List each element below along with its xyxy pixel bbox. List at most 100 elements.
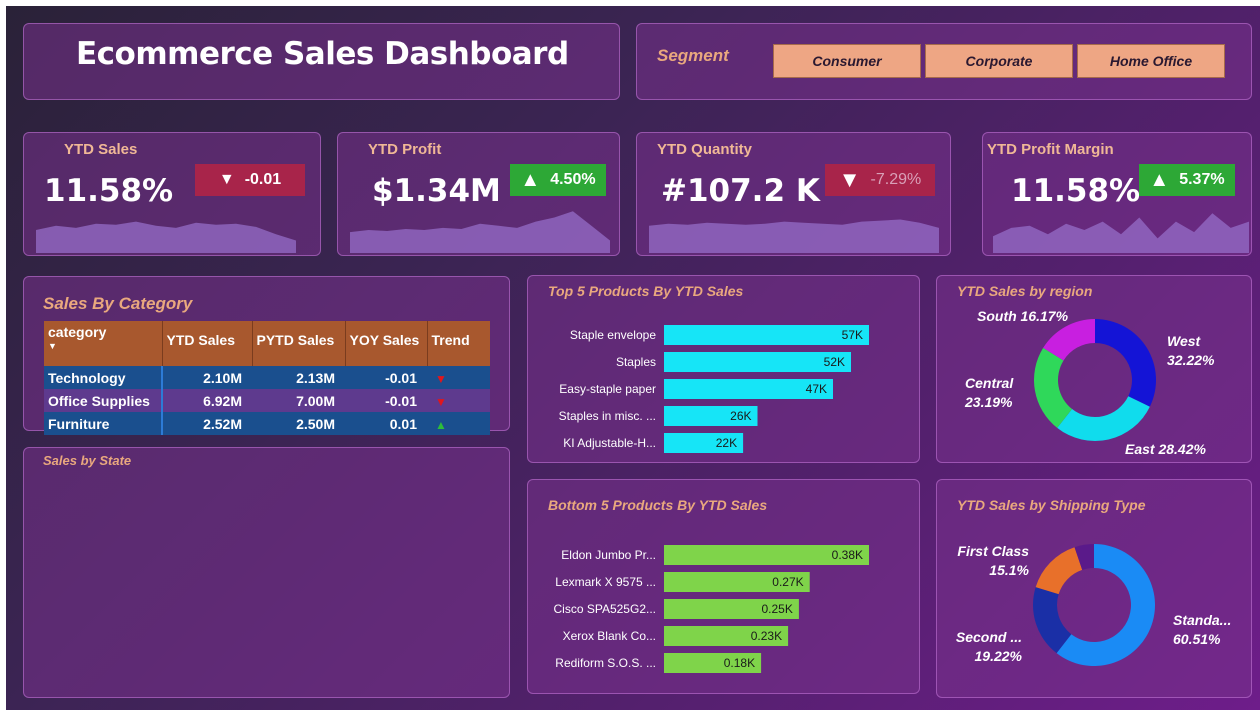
sort-down-icon[interactable]: ▼ (48, 341, 57, 351)
bar[interactable] (664, 325, 869, 345)
donut-label: 32.22% (1167, 352, 1215, 368)
bar-category-label: Xerox Blank Co... (563, 629, 656, 643)
bar-category-label: Easy-staple paper (559, 382, 656, 396)
bottom-products-panel: Bottom 5 Products By YTD Sales Eldon Jum… (527, 479, 920, 694)
donut-slice[interactable] (1034, 347, 1073, 428)
kpi-label: YTD Quantity (657, 141, 753, 158)
kpi-delta: -7.29% (870, 171, 922, 188)
kpi-label: YTD Sales (64, 141, 138, 158)
column-header-trend[interactable]: Trend (427, 321, 490, 366)
kpi-delta: -0.01 (244, 171, 282, 188)
section-title: Sales By Category (43, 294, 193, 313)
bar-value-label: 22K (716, 436, 737, 450)
segment-consumer-button[interactable]: Consumer (773, 44, 921, 78)
trend-down-icon: ▼ (435, 394, 447, 409)
kpi-value: 11.58% (44, 173, 174, 209)
kpi-sparkline (993, 213, 1249, 253)
kpi-value: 11.58% (1011, 173, 1141, 209)
sparkline-area (993, 213, 1249, 253)
bar-value-label: 26K (730, 409, 751, 423)
kpi-label: YTD Profit (368, 141, 442, 158)
dashboard-canvas: Ecommerce Sales Dashboard Segment Consum… (6, 6, 1260, 710)
donut-label: Second ... (956, 629, 1022, 645)
kpi-sparkline (649, 219, 939, 253)
title-panel: Ecommerce Sales Dashboard (23, 23, 620, 100)
bar-value-label: 52K (824, 355, 845, 369)
segment-label: Segment (657, 46, 729, 65)
donut-label: 23.19% (964, 394, 1013, 410)
table-row[interactable]: Technology 2.10M 2.13M -0.01 ▼ (44, 366, 490, 389)
kpi-badge: ▼ -7.29% (825, 164, 935, 196)
cell-yoy-sales: 0.01 (345, 412, 427, 435)
sparkline-area (649, 219, 939, 253)
bar-value-label: 0.18K (724, 656, 755, 670)
top-products-panel: Top 5 Products By YTD Sales Staple envel… (527, 275, 920, 463)
sparkline-area (350, 211, 610, 253)
donut-slice[interactable] (1095, 319, 1156, 407)
segment-corporate-button[interactable]: Corporate (925, 44, 1073, 78)
donut-label: South 16.17% (977, 308, 1069, 324)
kpi-card-ytd-profit: YTD Profit $1.34M ▲ 4.50% (337, 132, 620, 256)
donut-label: 15.1% (989, 562, 1029, 578)
donut-label: West (1167, 333, 1202, 349)
segment-slicer: Segment Consumer Corporate Home Office (636, 23, 1252, 100)
kpi-delta: 4.50% (550, 171, 596, 188)
table-row[interactable]: Office Supplies 6.92M 7.00M -0.01 ▼ (44, 389, 490, 412)
bottom-products-chart: Eldon Jumbo Pr... 0.38K Lexmark X 9575 ...… (554, 545, 869, 673)
trend-down-icon: ▼ (435, 371, 447, 386)
bar-category-label: KI Adjustable-H... (563, 436, 656, 450)
bar-value-label: 47K (806, 382, 827, 396)
kpi-card-ytd-sales: YTD Sales 11.58% ▼ -0.01 (23, 132, 321, 256)
donut-slice[interactable] (1035, 547, 1083, 595)
cell-pytd-sales: 2.50M (252, 412, 345, 435)
bar-category-label: Staples (616, 355, 656, 369)
kpi-value: $1.34M (372, 173, 501, 209)
kpi-badge: ▲ 5.37% (1139, 164, 1235, 196)
table-row[interactable]: Furniture 2.52M 2.50M 0.01 ▲ (44, 412, 490, 435)
kpi-value: #107.2 K (661, 173, 820, 209)
cell-ytd-sales: 2.10M (162, 366, 252, 389)
trend-up-icon: ▲ (435, 417, 447, 432)
top-products-chart: Staple envelope 57K Staples 52K Easy-staple … (559, 325, 869, 453)
shipping-donut-chart: Standa... 60.51% Second ... 19.22% First Cla… (956, 543, 1231, 666)
bar-category-label: Rediform S.O.S. ... (555, 656, 656, 670)
bar-value-label: 57K (842, 328, 863, 342)
bar-category-label: Cisco SPA525G2... (554, 602, 657, 616)
bar-value-label: 0.23K (751, 629, 782, 643)
cell-ytd-sales: 6.92M (162, 389, 252, 412)
triangle-down-icon: ▼ (218, 171, 235, 188)
cell-trend: ▼ (427, 389, 490, 412)
kpi-label: YTD Profit Margin (987, 141, 1114, 158)
donut-label: Standa... (1173, 612, 1231, 628)
section-title: Sales by State (43, 453, 132, 468)
category-table: category ▼ YTD Sales PYTD Sales YOY Sale… (44, 321, 490, 435)
sales-by-category-panel: Sales By Category category ▼ YTD Sales P… (23, 276, 510, 435)
donut-label: 19.22% (975, 648, 1023, 664)
sales-by-state-panel: Sales by State (23, 447, 510, 698)
bar-category-label: Staple envelope (570, 328, 656, 342)
region-donut-panel: YTD Sales by region West 32.22% East 28.42… (936, 275, 1252, 463)
donut-slice[interactable] (1057, 396, 1150, 441)
cell-trend: ▼ (427, 366, 490, 389)
kpi-delta: 5.37% (1179, 171, 1225, 188)
cell-category: Technology (44, 366, 163, 389)
donut-label: East 28.42% (1125, 441, 1206, 457)
kpi-badge: ▲ 4.50% (510, 164, 606, 196)
bar-category-label: Staples in misc. ... (559, 409, 656, 423)
cell-category: Office Supplies (44, 389, 163, 412)
kpi-sparkline (36, 221, 296, 253)
segment-home-office-button[interactable]: Home Office (1077, 44, 1225, 78)
column-header-ytd-sales[interactable]: YTD Sales (162, 321, 253, 366)
cell-yoy-sales: -0.01 (345, 389, 427, 412)
column-header-yoy-sales[interactable]: YOY Sales (345, 321, 428, 366)
donut-label: 60.51% (1173, 631, 1221, 647)
column-header-pytd-sales[interactable]: PYTD Sales (252, 321, 346, 366)
kpi-badge: ▼ -0.01 (195, 164, 305, 196)
bar-value-label: 0.25K (762, 602, 793, 616)
page-title: Ecommerce Sales Dashboard (76, 36, 569, 72)
cell-pytd-sales: 7.00M (252, 389, 345, 412)
cell-pytd-sales: 2.13M (252, 366, 345, 389)
kpi-sparkline (350, 211, 610, 253)
column-header-category[interactable]: category ▼ (44, 321, 163, 366)
sparkline-area (36, 221, 296, 253)
